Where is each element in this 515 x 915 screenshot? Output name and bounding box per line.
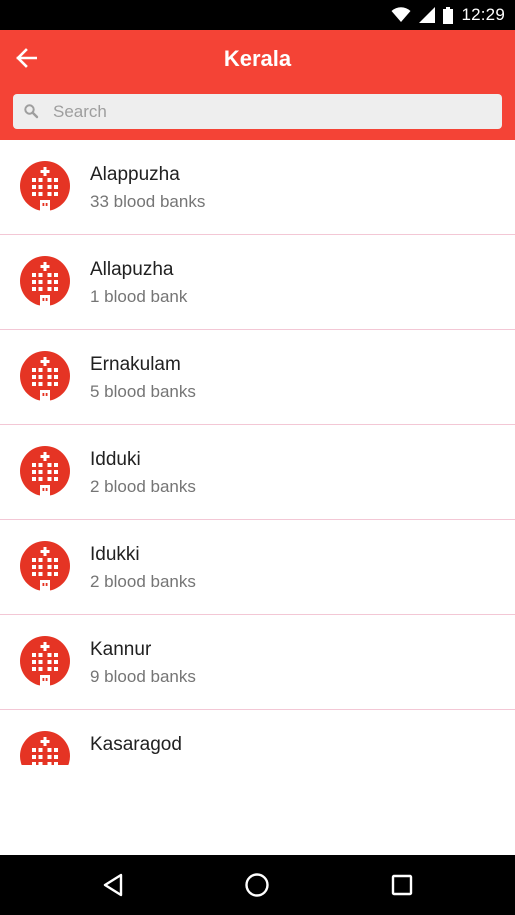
home-circle-icon (245, 873, 269, 897)
blood-bank-count: 5 blood banks (90, 382, 196, 401)
search-input[interactable] (53, 94, 493, 129)
district-row[interactable]: Alappuzha 33 blood banks (0, 140, 515, 235)
blood-bank-count: 2 blood banks (90, 572, 196, 591)
app-bar: Kerala (0, 30, 515, 85)
district-name: Alappuzha (90, 164, 180, 185)
search-bar (0, 85, 515, 140)
district-name: Kasaragod (90, 734, 182, 755)
status-bar: 12:29 (0, 0, 515, 30)
hospital-icon (20, 256, 70, 306)
blood-bank-count: 1 blood bank (90, 287, 188, 306)
district-list: Alappuzha 33 blood banks Allapuzha 1 blo… (0, 140, 515, 765)
blood-bank-count: 3 blood banks (90, 762, 196, 765)
battery-icon (443, 6, 454, 24)
nav-back-button[interactable] (83, 865, 143, 905)
district-name: Idduki (90, 449, 141, 470)
hospital-icon (20, 731, 70, 765)
hospital-icon (20, 636, 70, 686)
district-row[interactable]: Kannur 9 blood banks (0, 615, 515, 710)
nav-home-button[interactable] (227, 865, 287, 905)
page-title: Kerala (223, 46, 292, 71)
blood-bank-count: 33 blood banks (90, 192, 206, 211)
district-name: Idukki (90, 544, 140, 565)
navigation-bar (0, 855, 515, 915)
district-row[interactable]: Kasaragod 3 blood banks (0, 710, 515, 765)
district-name: Kannur (90, 639, 152, 660)
back-triangle-icon (103, 873, 123, 897)
district-name: Ernakulam (90, 354, 181, 375)
district-name: Allapuzha (90, 259, 174, 280)
hospital-icon (20, 351, 70, 401)
status-time: 12:29 (461, 5, 505, 24)
hospital-icon (20, 541, 70, 591)
status-icons: 12:29 (391, 5, 505, 25)
district-row[interactable]: Idukki 2 blood banks (0, 520, 515, 615)
district-row[interactable]: Ernakulam 5 blood banks (0, 330, 515, 425)
district-row[interactable]: Allapuzha 1 blood bank (0, 235, 515, 330)
blood-bank-count: 9 blood banks (90, 667, 196, 686)
nav-recents-button[interactable] (372, 865, 432, 905)
hospital-icon (20, 446, 70, 496)
blood-bank-count: 2 blood banks (90, 477, 196, 496)
wifi-icon (391, 7, 411, 22)
signal-icon (419, 7, 436, 23)
search-box[interactable] (13, 94, 502, 129)
arrow-left-icon (16, 48, 37, 68)
district-row[interactable]: Idduki 2 blood banks (0, 425, 515, 520)
recents-square-icon (391, 874, 413, 896)
search-icon (24, 104, 39, 119)
hospital-icon (20, 161, 70, 211)
back-button[interactable] (6, 38, 46, 78)
